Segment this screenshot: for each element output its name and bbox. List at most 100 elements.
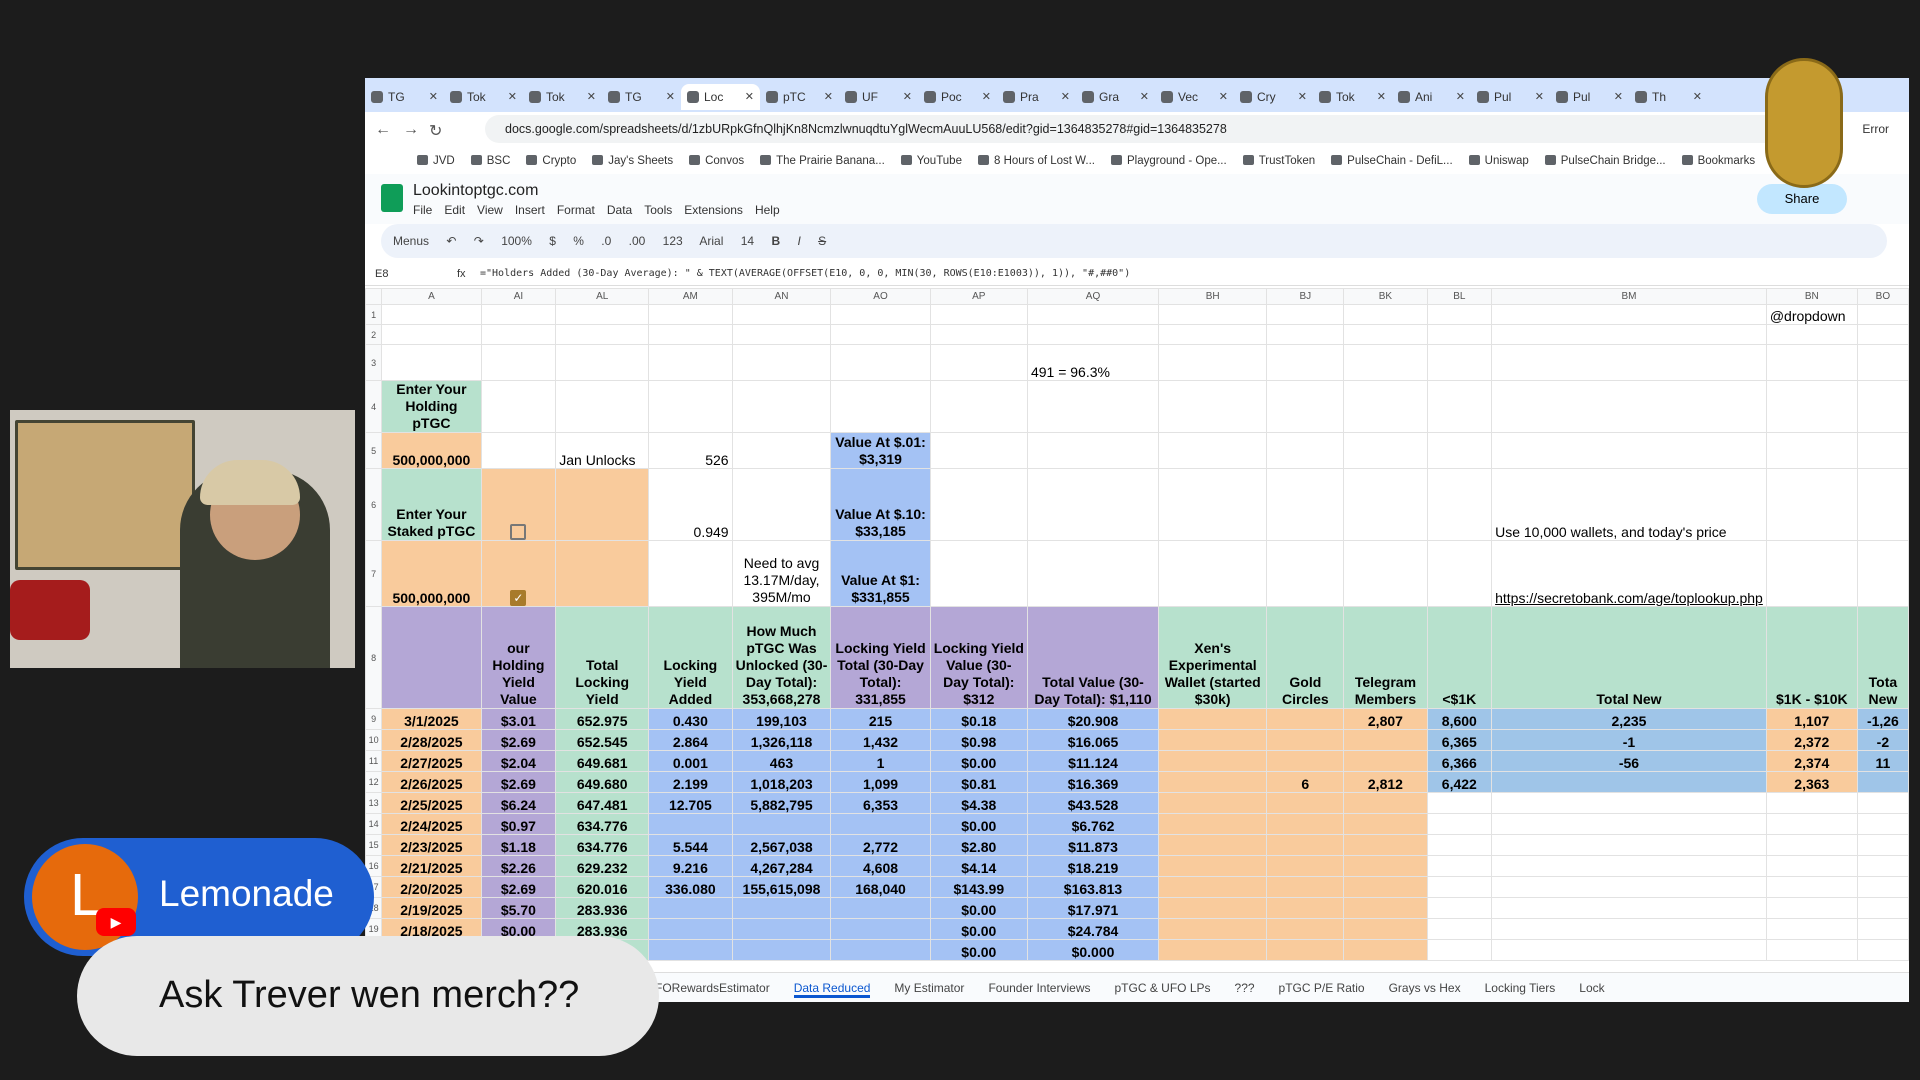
data-cell[interactable]: 629.232 <box>555 855 650 877</box>
data-cell[interactable]: 634.776 <box>555 813 650 835</box>
cell[interactable] <box>731 432 832 469</box>
sheet-tab[interactable]: My Estimator <box>894 981 964 995</box>
cell[interactable] <box>929 344 1028 381</box>
number-format-button[interactable]: 123 <box>663 234 683 248</box>
cell[interactable] <box>1343 344 1428 381</box>
data-cell[interactable] <box>1426 939 1493 961</box>
data-cell[interactable]: $24.784 <box>1026 918 1160 940</box>
data-cell[interactable]: $1.18 <box>480 834 557 856</box>
close-tab-icon[interactable]: ✕ <box>745 84 754 110</box>
cell[interactable] <box>1158 432 1268 469</box>
bookmark-item[interactable]: TrustToken <box>1242 148 1315 174</box>
document-title[interactable]: Lookintoptgc.com <box>413 182 538 200</box>
data-cell[interactable] <box>648 897 733 919</box>
reload-icon[interactable]: ↻ <box>429 121 442 141</box>
cell[interactable] <box>830 380 931 433</box>
cell[interactable] <box>1856 344 1909 381</box>
spreadsheet-grid[interactable]: A AI AL AM AN AO AP AQ BH BJ BK BL BM BN BO 1 @dropdown 2… <box>365 288 1909 961</box>
data-cell[interactable] <box>1856 771 1909 793</box>
data-cell[interactable]: $0.00 <box>929 897 1028 919</box>
menu-item-extensions[interactable]: Extensions <box>684 203 743 217</box>
cell[interactable] <box>1343 324 1428 345</box>
browser-tab[interactable]: Ani ✕ <box>1392 84 1471 110</box>
cell[interactable] <box>731 380 832 433</box>
data-cell[interactable] <box>1343 939 1428 961</box>
data-cell[interactable] <box>1491 855 1767 877</box>
column-title[interactable]: our Holding Yield Value <box>480 606 557 709</box>
forward-icon[interactable]: → <box>403 121 419 139</box>
cell[interactable] <box>1158 540 1268 607</box>
column-title[interactable]: Locking Yield Total (30-Day Total): 331,… <box>830 606 931 709</box>
cell[interactable] <box>480 380 557 433</box>
sheets-logo-icon[interactable] <box>381 184 403 212</box>
data-cell[interactable] <box>1491 939 1767 961</box>
bookmark-item[interactable]: BSC <box>470 148 510 174</box>
cell[interactable] <box>1158 468 1268 541</box>
cell[interactable] <box>1765 468 1858 541</box>
data-cell[interactable] <box>1343 729 1428 751</box>
wallets-note[interactable]: Use 10,000 wallets, and today's price <box>1491 468 1767 541</box>
menu-item-tools[interactable]: Tools <box>644 203 672 217</box>
cell[interactable] <box>480 324 557 345</box>
cell[interactable] <box>1856 432 1909 469</box>
data-cell[interactable] <box>1856 855 1909 877</box>
data-cell[interactable]: $11.873 <box>1026 834 1160 856</box>
data-cell[interactable]: $0.18 <box>929 708 1028 730</box>
cell[interactable] <box>1266 324 1345 345</box>
data-cell[interactable] <box>1158 729 1268 751</box>
data-cell[interactable]: 2/24/2025 <box>381 813 482 835</box>
bookmark-item[interactable]: PulseChain - DefiL... <box>1331 148 1453 174</box>
data-cell[interactable] <box>1158 792 1268 814</box>
close-tab-icon[interactable]: ✕ <box>429 84 438 110</box>
data-cell[interactable] <box>1426 792 1493 814</box>
value-1-cell[interactable]: Value At $1: $331,855 <box>830 540 931 607</box>
data-cell[interactable]: 2.864 <box>648 729 733 751</box>
cell[interactable] <box>731 324 832 345</box>
data-cell[interactable] <box>1491 834 1767 856</box>
cell[interactable] <box>1426 380 1493 433</box>
cell[interactable] <box>1856 324 1909 345</box>
close-tab-icon[interactable]: ✕ <box>1061 84 1070 110</box>
menu-item-edit[interactable]: Edit <box>444 203 465 217</box>
data-cell[interactable]: 463 <box>731 750 832 772</box>
cell[interactable] <box>1426 324 1493 345</box>
cell[interactable] <box>929 540 1028 607</box>
browser-tab[interactable]: Pul ✕ <box>1471 84 1550 110</box>
column-header[interactable]: BN <box>1765 288 1858 305</box>
sheet-tab[interactable]: FORewardsEstimator <box>655 981 770 995</box>
data-cell[interactable] <box>648 939 733 961</box>
cell[interactable] <box>1158 380 1268 433</box>
data-cell[interactable]: 649.681 <box>555 750 650 772</box>
data-cell[interactable]: $2.69 <box>480 876 557 898</box>
data-cell[interactable] <box>1158 939 1268 961</box>
data-cell[interactable]: 336.080 <box>648 876 733 898</box>
data-cell[interactable]: 2.199 <box>648 771 733 793</box>
data-cell[interactable] <box>1856 897 1909 919</box>
cell[interactable] <box>1765 324 1858 345</box>
data-cell[interactable]: $17.971 <box>1026 897 1160 919</box>
data-cell[interactable]: $2.04 <box>480 750 557 772</box>
data-cell[interactable] <box>1426 834 1493 856</box>
bookmark-item[interactable]: Bookmarks <box>1681 148 1755 174</box>
cell[interactable] <box>1343 540 1428 607</box>
column-title[interactable]: Gold Circles <box>1266 606 1345 709</box>
enter-holding-label[interactable]: Enter Your Holding pTGC <box>381 380 482 433</box>
close-tab-icon[interactable]: ✕ <box>1535 84 1544 110</box>
data-cell[interactable] <box>1343 750 1428 772</box>
cell[interactable] <box>1426 468 1493 541</box>
browser-tab[interactable]: Poc ✕ <box>918 84 997 110</box>
data-cell[interactable]: $4.14 <box>929 855 1028 877</box>
column-title[interactable]: Total Locking Yield <box>555 606 650 709</box>
data-cell[interactable] <box>830 939 931 961</box>
close-tab-icon[interactable]: ✕ <box>1219 84 1228 110</box>
data-cell[interactable]: 5.544 <box>648 834 733 856</box>
data-cell[interactable]: 634.776 <box>555 834 650 856</box>
data-cell[interactable]: 2/27/2025 <box>381 750 482 772</box>
close-tab-icon[interactable]: ✕ <box>1298 84 1307 110</box>
menu-item-data[interactable]: Data <box>607 203 632 217</box>
close-tab-icon[interactable]: ✕ <box>1614 84 1623 110</box>
column-header[interactable]: BJ <box>1266 288 1345 305</box>
row-number[interactable]: 4 <box>365 380 383 433</box>
data-cell[interactable] <box>1765 918 1858 940</box>
value-01-cell[interactable]: Value At $.01: $3,319 <box>830 432 931 469</box>
